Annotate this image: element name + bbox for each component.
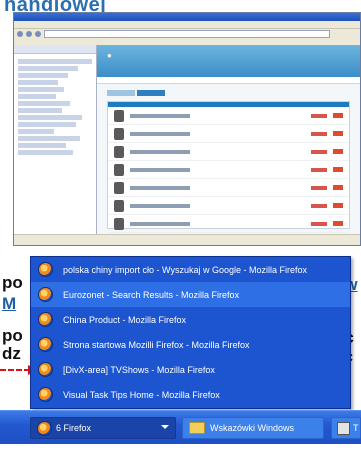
site-header: ● xyxy=(97,45,360,77)
product-row[interactable] xyxy=(108,107,349,125)
sidebar-tree-item[interactable] xyxy=(18,143,66,148)
window-menu-item[interactable]: [DivX-area] TVShows - Mozilla Firefox xyxy=(31,357,350,382)
browser-navbar xyxy=(14,29,360,38)
sidebar-tree-item[interactable] xyxy=(18,101,70,106)
magazine-link-fragment: M xyxy=(2,294,17,313)
bookmarks-sidebar xyxy=(14,45,97,235)
menu-item-label: Visual Task Tips Home - Mozilla Firefox xyxy=(63,389,220,400)
taskbar-group-menu: polska chiny import cło - Wyszukaj w Goo… xyxy=(30,256,351,409)
firefox-group-button[interactable]: 6 Firefox xyxy=(30,417,176,439)
product-row[interactable] xyxy=(108,161,349,179)
explorer-task-button[interactable]: Wskazówki Windows xyxy=(182,417,324,439)
sidebar-tree-item[interactable] xyxy=(18,59,92,64)
sidebar-header xyxy=(14,45,96,54)
sidebar-tree-item[interactable] xyxy=(18,122,76,127)
window-menu-item[interactable]: Eurozonet - Search Results - Mozilla Fir… xyxy=(31,282,350,307)
magazine-text-fragment: po xyxy=(2,326,23,345)
reload-icon[interactable] xyxy=(35,30,41,37)
explorer-button-label: Wskazówki Windows xyxy=(210,423,295,433)
group-button-label: 6 Firefox xyxy=(56,423,92,433)
sidebar-tree-item[interactable] xyxy=(18,108,62,113)
firefox-icon xyxy=(38,337,53,352)
sidebar-tree-item[interactable] xyxy=(18,87,64,92)
sidebar-tree-item[interactable] xyxy=(18,73,68,78)
firefox-icon xyxy=(38,387,53,402)
menu-item-label: Strona startowa Mozilli Firefox - Mozill… xyxy=(63,339,250,350)
site-tab[interactable] xyxy=(137,90,165,96)
chevron-down-icon xyxy=(161,425,169,429)
product-row[interactable] xyxy=(108,125,349,143)
forward-icon[interactable] xyxy=(26,30,32,37)
magazine-text-fragment: dz xyxy=(2,344,21,363)
page-bottom xyxy=(0,444,361,457)
menu-item-label: China Product - Mozilla Firefox xyxy=(63,314,187,325)
sidebar-tree-item[interactable] xyxy=(18,94,56,99)
menu-item-label: Eurozonet - Search Results - Mozilla Fir… xyxy=(63,289,240,300)
product-row[interactable] xyxy=(108,143,349,161)
back-icon[interactable] xyxy=(17,30,23,37)
menu-item-label: polska chiny import cło - Wyszukaj w Goo… xyxy=(63,264,307,275)
sidebar-tree-item[interactable] xyxy=(18,150,73,155)
browser-window: ● xyxy=(13,12,361,246)
app-task-button[interactable]: T xyxy=(331,417,361,439)
window-menu-item[interactable]: Visual Task Tips Home - Mozilla Firefox xyxy=(31,382,350,407)
address-bar[interactable] xyxy=(44,29,330,38)
sidebar-tree-item[interactable] xyxy=(18,66,78,71)
firefox-icon xyxy=(38,362,53,377)
sidebar-tree-item[interactable] xyxy=(18,115,82,120)
browser-titlebar xyxy=(14,13,360,21)
magazine-text-fragment: po xyxy=(2,273,23,292)
firefox-icon xyxy=(38,312,53,327)
firefox-icon xyxy=(37,420,52,436)
product-row[interactable] xyxy=(108,197,349,215)
window-menu-item[interactable]: China Product - Mozilla Firefox xyxy=(31,307,350,332)
sidebar-tree-item[interactable] xyxy=(18,136,80,141)
window-menu-item[interactable]: polska chiny import cło - Wyszukaj w Goo… xyxy=(31,257,350,282)
sidebar-tree-item[interactable] xyxy=(18,129,54,134)
product-row[interactable] xyxy=(108,215,349,233)
window-menu-item[interactable]: Strona startowa Mozilli Firefox - Mozill… xyxy=(31,332,350,357)
app-button-label: T xyxy=(353,423,359,433)
menu-item-label: [DivX-area] TVShows - Mozilla Firefox xyxy=(63,364,215,375)
browser-menubar xyxy=(14,21,360,29)
browser-statusbar xyxy=(14,234,360,245)
web-page: ● xyxy=(97,45,360,235)
folder-icon xyxy=(189,422,205,434)
sidebar-tree-item[interactable] xyxy=(18,80,58,85)
application-icon xyxy=(337,421,350,435)
site-nav xyxy=(97,77,360,84)
taskbar: 6 Firefox Wskazówki Windows T xyxy=(0,410,361,445)
site-tab[interactable] xyxy=(107,90,135,96)
firefox-icon xyxy=(38,287,53,302)
results-panel xyxy=(107,101,350,233)
product-row[interactable] xyxy=(108,179,349,197)
firefox-icon xyxy=(38,262,53,277)
site-logo: ● xyxy=(107,51,112,60)
